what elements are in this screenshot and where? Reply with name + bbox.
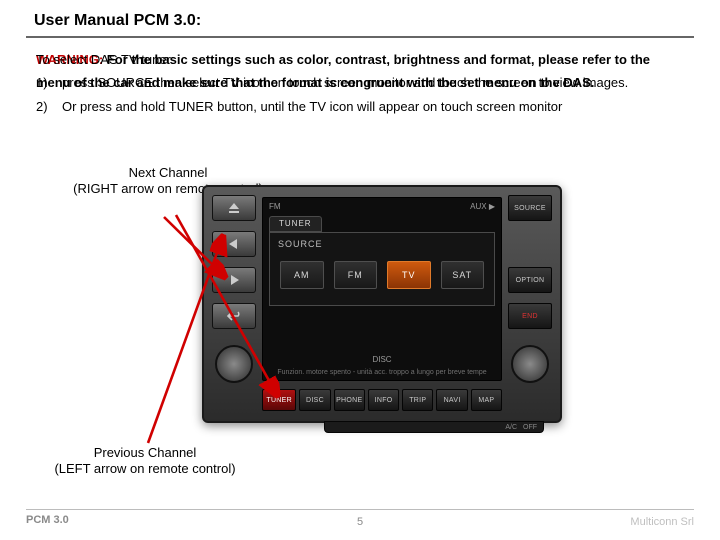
instruction-text: WARNING: For the basic settings such as … xyxy=(26,48,694,118)
source-am[interactable]: AM xyxy=(280,261,324,289)
step-number: 2) xyxy=(36,95,62,118)
source-sat[interactable]: SAT xyxy=(441,261,485,289)
footer-page-number: 5 xyxy=(26,516,694,528)
tuner-button[interactable]: TUNER xyxy=(262,389,296,411)
volume-knob[interactable] xyxy=(215,345,253,383)
map-button[interactable]: MAP xyxy=(471,389,502,411)
screen-top-left: FM xyxy=(269,202,281,211)
tune-knob[interactable] xyxy=(511,345,549,383)
footer-right: Multiconn Srl xyxy=(630,516,694,528)
ac-off-label: OFF xyxy=(523,424,537,431)
intro-line: To select DAS TV tuner: xyxy=(36,48,684,71)
source-tv[interactable]: TV xyxy=(387,261,431,289)
screen-footer-sub: Funzion. motore spento - unità acc. trop… xyxy=(263,369,501,376)
prev-channel-button[interactable] xyxy=(212,231,256,257)
ac-label: A/C xyxy=(505,424,517,431)
climate-strip: A/C OFF xyxy=(324,421,544,433)
eject-button[interactable] xyxy=(212,195,256,221)
device-left-column xyxy=(212,195,256,393)
callout-previous-channel: Previous Channel (LEFT arrow on remote c… xyxy=(20,445,270,476)
navi-button[interactable]: NAVI xyxy=(436,389,467,411)
device-bottom-row: TUNER DISC PHONE INFO TRIP NAVI MAP xyxy=(262,389,502,411)
trip-button[interactable]: TRIP xyxy=(402,389,433,411)
page-title: User Manual PCM 3.0: xyxy=(26,8,694,38)
step-number: 1) xyxy=(36,71,62,94)
screen-top-right: AUX ▶ xyxy=(470,202,495,211)
screen-footer-label: DISC xyxy=(263,355,501,364)
source-panel: SOURCE AM FM TV SAT xyxy=(269,232,495,306)
end-button[interactable]: END xyxy=(508,303,552,329)
next-channel-button[interactable] xyxy=(212,267,256,293)
pcm-device: SOURCE OPTION END FM AUX ▶ TUNER SOURCE … xyxy=(202,185,562,423)
page-footer: PCM 3.0 5 Multiconn Srl xyxy=(26,509,694,526)
touchscreen[interactable]: FM AUX ▶ TUNER SOURCE AM FM TV SAT DISC … xyxy=(262,197,502,381)
source-button[interactable]: SOURCE xyxy=(508,195,552,221)
phone-button[interactable]: PHONE xyxy=(334,389,365,411)
device-diagram: Next Channel (RIGHT arrow on remote cont… xyxy=(26,155,694,475)
device-right-column: SOURCE OPTION END xyxy=(508,195,552,393)
back-button[interactable] xyxy=(212,303,256,329)
disc-button[interactable]: DISC xyxy=(299,389,330,411)
info-button[interactable]: INFO xyxy=(368,389,399,411)
step-text: Or press and hold TUNER button, until th… xyxy=(62,95,684,118)
option-button[interactable]: OPTION xyxy=(508,267,552,293)
source-panel-title: SOURCE xyxy=(270,233,494,249)
source-fm[interactable]: FM xyxy=(334,261,378,289)
step-text: press SOURCE then select TV icon on touc… xyxy=(62,71,684,94)
tuner-tab[interactable]: TUNER xyxy=(269,216,322,232)
